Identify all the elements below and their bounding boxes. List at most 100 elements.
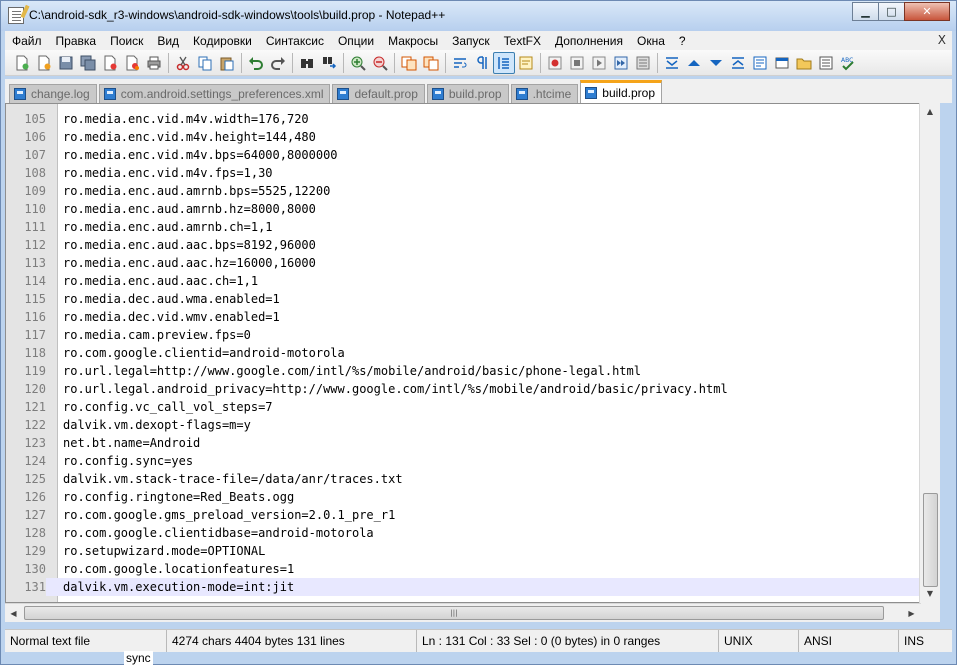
editor-line[interactable]: 125 dalvik.vm.stack-trace-file=/data/anr/… bbox=[6, 470, 939, 488]
maximize-button[interactable]: □ bbox=[878, 2, 905, 21]
editor-line[interactable]: 131 dalvik.vm.execution-mode=int:jit bbox=[6, 578, 939, 596]
find-button[interactable] bbox=[296, 52, 318, 74]
editor-line[interactable]: 114 ro.media.enc.aud.aac.ch=1,1 bbox=[6, 272, 939, 290]
minimize-button[interactable]: ▁ bbox=[852, 2, 879, 21]
close-file-button[interactable] bbox=[99, 52, 121, 74]
play-macro-button[interactable] bbox=[588, 52, 610, 74]
stop-macro-button[interactable] bbox=[566, 52, 588, 74]
editor-line[interactable]: 111 ro.media.enc.aud.amrnb.ch=1,1 bbox=[6, 218, 939, 236]
close-document-button[interactable]: X bbox=[938, 33, 946, 47]
save-button[interactable] bbox=[55, 52, 77, 74]
menu-edit[interactable]: Правка bbox=[49, 34, 104, 48]
cut-button[interactable] bbox=[172, 52, 194, 74]
zoom-out-button[interactable] bbox=[369, 52, 391, 74]
zoom-in-button[interactable] bbox=[347, 52, 369, 74]
vertical-scrollbar[interactable]: ▲ ▼ bbox=[919, 103, 940, 603]
horizontal-scrollbar[interactable]: ◀ ||| ▶ bbox=[5, 603, 921, 622]
tab-default-prop[interactable]: default.prop bbox=[332, 84, 425, 103]
collapse-button[interactable] bbox=[661, 52, 683, 74]
print-button[interactable] bbox=[143, 52, 165, 74]
replace-button[interactable] bbox=[318, 52, 340, 74]
menu-macros[interactable]: Макросы bbox=[381, 34, 445, 48]
menu-file[interactable]: Файл bbox=[5, 34, 49, 48]
notepadpp-app-icon[interactable] bbox=[8, 7, 24, 24]
indent-guide-button[interactable] bbox=[493, 51, 515, 74]
editor-line[interactable]: 122 dalvik.vm.dexopt-flags=m=y bbox=[6, 416, 939, 434]
editor-line[interactable]: 112 ro.media.enc.aud.aac.bps=8192,96000 bbox=[6, 236, 939, 254]
menu-help[interactable]: ? bbox=[672, 34, 693, 48]
editor-line[interactable]: 130 ro.com.google.locationfeatures=1 bbox=[6, 560, 939, 578]
function-list-button[interactable] bbox=[771, 52, 793, 74]
record-macro-button[interactable] bbox=[544, 52, 566, 74]
menu-run[interactable]: Запуск bbox=[445, 34, 497, 48]
vertical-scroll-thumb[interactable] bbox=[923, 493, 938, 587]
editor-line[interactable]: 127 ro.com.google.gms_preload_version=2.0… bbox=[6, 506, 939, 524]
scroll-left-arrow-icon[interactable]: ◀ bbox=[5, 604, 22, 622]
user-lang-button[interactable] bbox=[515, 52, 537, 74]
editor-line[interactable]: 113 ro.media.enc.aud.aac.hz=16000,16000 bbox=[6, 254, 939, 272]
editor-line[interactable]: 119 ro.url.legal=http://www.google.com/in… bbox=[6, 362, 939, 380]
save-macro-button[interactable] bbox=[632, 52, 654, 74]
down-arrow-button[interactable] bbox=[705, 52, 727, 74]
sync-horizontal-button[interactable] bbox=[420, 52, 442, 74]
open-file-icon bbox=[38, 55, 51, 70]
horizontal-scroll-thumb[interactable]: ||| bbox=[24, 606, 884, 620]
scroll-down-arrow-icon[interactable]: ▼ bbox=[920, 585, 940, 602]
editor-line[interactable]: 118 ro.com.google.clientid=android-motoro… bbox=[6, 344, 939, 362]
doc-map-button[interactable] bbox=[749, 52, 771, 74]
monitoring-button[interactable] bbox=[815, 52, 837, 74]
editor-line[interactable]: 109 ro.media.enc.aud.amrnb.bps=5525,12200 bbox=[6, 182, 939, 200]
copy-button[interactable] bbox=[194, 52, 216, 74]
up-arrow-button[interactable] bbox=[683, 52, 705, 74]
close-all-button[interactable] bbox=[121, 52, 143, 74]
scroll-right-arrow-icon[interactable]: ▶ bbox=[903, 604, 920, 622]
run-macro-multiple-button[interactable] bbox=[610, 52, 632, 74]
editor-line[interactable]: 105 ro.media.enc.vid.m4v.width=176,720 bbox=[6, 110, 939, 128]
menu-windows[interactable]: Окна bbox=[630, 34, 672, 48]
tab-build-prop-active[interactable]: build.prop bbox=[580, 80, 662, 103]
menu-textfx[interactable]: TextFX bbox=[497, 34, 548, 48]
show-all-chars-button[interactable] bbox=[471, 52, 493, 74]
redo-button[interactable] bbox=[267, 52, 289, 74]
editor-line[interactable]: 107 ro.media.enc.vid.m4v.bps=64000,800000… bbox=[6, 146, 939, 164]
editor-line[interactable]: 124 ro.config.sync=yes bbox=[6, 452, 939, 470]
close-window-button[interactable]: ✕ bbox=[904, 2, 950, 21]
editor-line[interactable]: 129 ro.setupwizard.mode=OPTIONAL bbox=[6, 542, 939, 560]
menu-syntax[interactable]: Синтаксис bbox=[259, 34, 331, 48]
editor-line[interactable]: 108 ro.media.enc.vid.m4v.fps=1,30 bbox=[6, 164, 939, 182]
open-file-button[interactable] bbox=[33, 52, 55, 74]
sync-vertical-button[interactable] bbox=[398, 52, 420, 74]
new-file-button[interactable] bbox=[11, 52, 33, 74]
editor-line[interactable]: 128 ro.com.google.clientidbase=android-mo… bbox=[6, 524, 939, 542]
menu-encoding[interactable]: Кодировки bbox=[186, 34, 259, 48]
spellcheck-button[interactable]: ABC bbox=[837, 52, 859, 74]
editor-line[interactable]: 115 ro.media.dec.aud.wma.enabled=1 bbox=[6, 290, 939, 308]
menu-options[interactable]: Опции bbox=[331, 34, 381, 48]
editor-line[interactable]: 117 ro.media.cam.preview.fps=0 bbox=[6, 326, 939, 344]
line-text: ro.config.sync=yes bbox=[63, 454, 194, 468]
title-bar[interactable]: C:\android-sdk_r3-windows\android-sdk-wi… bbox=[1, 1, 956, 31]
line-number: 124 bbox=[6, 452, 46, 470]
scroll-up-arrow-icon[interactable]: ▲ bbox=[920, 103, 940, 120]
tab-change-log[interactable]: change.log bbox=[9, 84, 97, 103]
tab-settings-preferences-xml[interactable]: com.android.settings_preferences.xml bbox=[98, 84, 331, 103]
folder-button[interactable] bbox=[793, 52, 815, 74]
editor-line[interactable]: 106 ro.media.enc.vid.m4v.height=144,480 bbox=[6, 128, 939, 146]
word-wrap-button[interactable] bbox=[449, 52, 471, 74]
save-all-button[interactable] bbox=[77, 52, 99, 74]
editor-line[interactable]: 116 ro.media.dec.vid.wmv.enabled=1 bbox=[6, 308, 939, 326]
expand-button[interactable] bbox=[727, 52, 749, 74]
tab-build-prop-1[interactable]: build.prop bbox=[426, 84, 509, 103]
editor-line[interactable]: 121 ro.config.vc_call_vol_steps=7 bbox=[6, 398, 939, 416]
tab-htcime[interactable]: .htcime bbox=[510, 84, 579, 103]
menu-search[interactable]: Поиск bbox=[103, 34, 150, 48]
editor-line[interactable]: 120 ro.url.legal.android_privacy=http://w… bbox=[6, 380, 939, 398]
editor-line[interactable]: 123 net.bt.name=Android bbox=[6, 434, 939, 452]
undo-button[interactable] bbox=[245, 52, 267, 74]
editor-line[interactable]: 126 ro.config.ringtone=Red_Beats.ogg bbox=[6, 488, 939, 506]
text-editor[interactable]: 105 ro.media.enc.vid.m4v.width=176,720 106… bbox=[5, 103, 940, 603]
paste-button[interactable] bbox=[216, 52, 238, 74]
menu-plugins[interactable]: Дополнения bbox=[548, 34, 630, 48]
editor-line[interactable]: 110 ro.media.enc.aud.amrnb.hz=8000,8000 bbox=[6, 200, 939, 218]
menu-view[interactable]: Вид bbox=[150, 34, 186, 48]
